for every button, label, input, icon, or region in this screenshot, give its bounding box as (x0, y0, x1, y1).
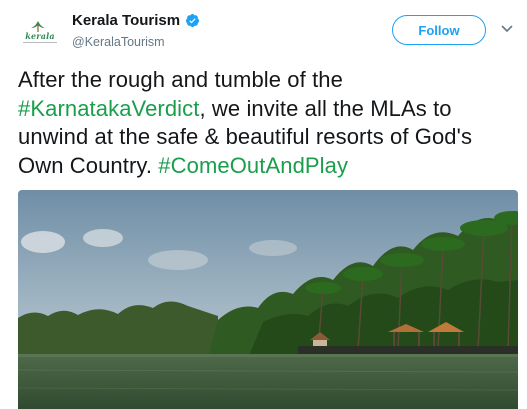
author-handle[interactable]: @KeralaTourism (72, 35, 165, 49)
hashtag-link-karnataka-verdict[interactable]: #KarnatakaVerdict (18, 96, 199, 121)
author-display-name[interactable]: Kerala Tourism (72, 12, 180, 29)
author-name-row: Kerala Tourism (72, 12, 200, 29)
avatar[interactable]: kerala (18, 13, 62, 51)
tweet-card: kerala Kerala Tourism @KeralaTourism Fol… (0, 0, 527, 409)
hashtag-link-come-out-and-play[interactable]: #ComeOutAndPlay (158, 153, 348, 178)
avatar-logo-tagline (19, 41, 61, 45)
verified-badge-icon (186, 13, 200, 28)
chevron-down-icon[interactable] (501, 24, 513, 34)
tweet-text: After the rough and tumble of the #Karna… (18, 66, 518, 180)
tweet-text-part: After the rough and tumble of the (18, 67, 343, 92)
backwaters-photo (18, 190, 518, 409)
avatar-logo-text: kerala (25, 31, 55, 41)
tweet-media-image[interactable] (18, 190, 518, 409)
follow-button[interactable]: Follow (392, 15, 486, 45)
